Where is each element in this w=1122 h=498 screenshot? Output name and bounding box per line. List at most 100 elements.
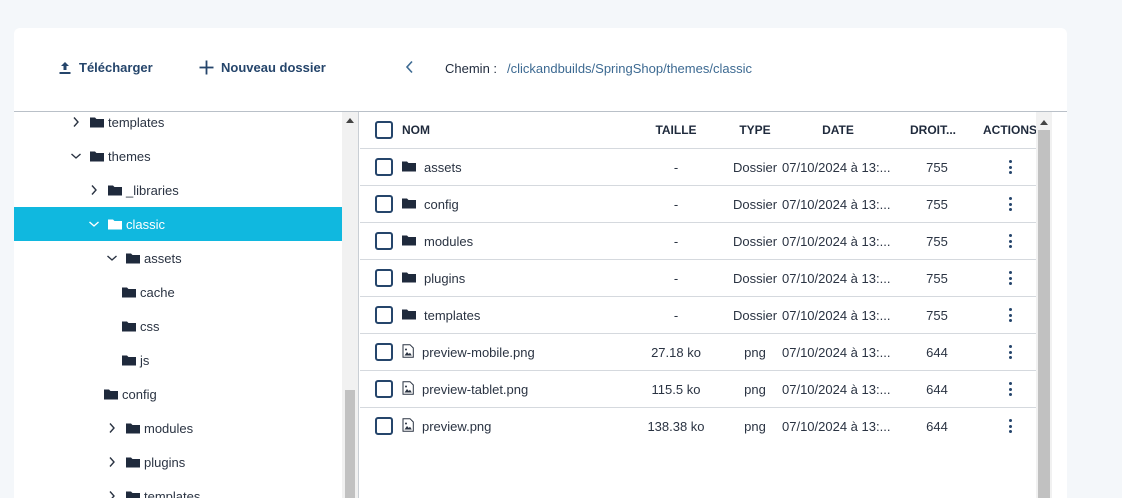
- row-checkbox[interactable]: [375, 269, 393, 287]
- chevron-right-icon[interactable]: [70, 116, 82, 128]
- file-date: 07/10/2024 à 13:...: [782, 344, 891, 360]
- column-header-name[interactable]: NOM: [402, 112, 622, 148]
- column-header-date[interactable]: DATE: [790, 112, 886, 148]
- row-actions-cell: [980, 149, 1040, 185]
- scroll-up-arrow-icon[interactable]: [346, 118, 354, 123]
- file-name[interactable]: preview.png: [422, 419, 491, 434]
- row-name-cell: modules: [402, 223, 622, 259]
- row-checkbox[interactable]: [375, 343, 393, 361]
- row-actions-cell: [980, 371, 1040, 407]
- tree-item-config[interactable]: config: [14, 377, 343, 411]
- row-checkbox[interactable]: [375, 380, 393, 398]
- tree-item-cache[interactable]: cache: [14, 275, 343, 309]
- file-name[interactable]: templates: [424, 308, 480, 323]
- kebab-menu-icon[interactable]: [1005, 415, 1016, 437]
- row-checkbox[interactable]: [375, 306, 393, 324]
- chevron-down-icon[interactable]: [88, 218, 100, 230]
- chevron-right-icon[interactable]: [88, 184, 100, 196]
- tree-item-label: classic: [126, 216, 166, 232]
- tree-item-label: cache: [140, 284, 175, 300]
- row-checkbox[interactable]: [375, 417, 393, 435]
- tree-item-modules[interactable]: modules: [14, 411, 343, 445]
- row-name-cell: config: [402, 186, 622, 222]
- folder-icon: [126, 490, 140, 498]
- table-row[interactable]: preview.png 138.38 ko png 07/10/2024 à 1…: [360, 408, 1050, 445]
- row-checkbox[interactable]: [375, 195, 393, 213]
- file-name[interactable]: assets: [424, 160, 462, 175]
- file-date-cell: 07/10/2024 à 13:...: [782, 260, 894, 296]
- kebab-menu-icon[interactable]: [1005, 267, 1016, 289]
- scroll-up-arrow-icon[interactable]: [1040, 120, 1048, 125]
- tree-item-js[interactable]: js: [14, 343, 343, 377]
- row-checkbox[interactable]: [375, 232, 393, 250]
- tree-item-classic[interactable]: classic: [14, 207, 343, 241]
- kebab-menu-icon[interactable]: [1005, 230, 1016, 252]
- chevron-down-icon[interactable]: [106, 252, 118, 264]
- folder-icon: [90, 150, 104, 162]
- file-name[interactable]: modules: [424, 234, 473, 249]
- table-row[interactable]: templates - Dossier 07/10/2024 à 13:... …: [360, 297, 1050, 334]
- file-date: 07/10/2024 à 13:...: [782, 418, 891, 434]
- table-row[interactable]: plugins - Dossier 07/10/2024 à 13:... 75…: [360, 260, 1050, 297]
- tree-item-themes[interactable]: themes: [14, 139, 343, 173]
- chevron-right-icon[interactable]: [106, 422, 118, 434]
- image-file-icon: [402, 417, 414, 435]
- upload-button-label: Télécharger: [79, 60, 153, 75]
- table-row[interactable]: preview-mobile.png 27.18 ko png 07/10/20…: [360, 334, 1050, 371]
- tree-item-libraries[interactable]: _libraries: [14, 173, 343, 207]
- back-button[interactable]: [402, 60, 416, 78]
- kebab-menu-icon[interactable]: [1005, 341, 1016, 363]
- table-header-row: NOM TAILLE TYPE DATE DROIT... ACTIONS: [360, 112, 1050, 149]
- file-date: 07/10/2024 à 13:...: [782, 233, 891, 249]
- new-folder-button[interactable]: Nouveau dossier: [199, 60, 326, 75]
- tree-item-css[interactable]: css: [14, 309, 343, 343]
- upload-icon: [58, 61, 72, 75]
- row-actions-cell: [980, 334, 1040, 370]
- tree-item-assets[interactable]: assets: [14, 241, 343, 275]
- file-list: NOM TAILLE TYPE DATE DROIT... ACTIONS as…: [360, 112, 1067, 498]
- tree-scrollbar[interactable]: [342, 112, 358, 498]
- folder-icon: [122, 354, 136, 366]
- column-header-type[interactable]: TYPE: [710, 112, 800, 148]
- table-row[interactable]: modules - Dossier 07/10/2024 à 13:... 75…: [360, 223, 1050, 260]
- chevron-down-icon[interactable]: [70, 150, 82, 162]
- chevron-left-icon: [405, 60, 414, 79]
- file-date: 07/10/2024 à 13:...: [782, 270, 891, 286]
- kebab-menu-icon[interactable]: [1005, 378, 1016, 400]
- path-breadcrumb[interactable]: /clickandbuilds/SpringShop/themes/classi…: [507, 61, 752, 76]
- file-date-cell: 07/10/2024 à 13:...: [782, 186, 894, 222]
- tree-item-plugins[interactable]: plugins: [14, 445, 343, 479]
- table-row[interactable]: assets - Dossier 07/10/2024 à 13:... 755: [360, 149, 1050, 186]
- file-name[interactable]: preview-tablet.png: [422, 382, 528, 397]
- file-name[interactable]: preview-mobile.png: [422, 345, 535, 360]
- tree-item-templates[interactable]: templates: [14, 112, 343, 139]
- file-permissions: 755: [926, 270, 948, 286]
- file-name[interactable]: plugins: [424, 271, 465, 286]
- row-actions-cell: [980, 297, 1040, 333]
- table-row[interactable]: config - Dossier 07/10/2024 à 13:... 755: [360, 186, 1050, 223]
- folder-icon: [104, 388, 118, 400]
- file-date-cell: 07/10/2024 à 13:...: [782, 371, 894, 407]
- row-name-cell: preview.png: [402, 408, 622, 444]
- select-all-checkbox[interactable]: [375, 121, 393, 139]
- toolbar: Télécharger Nouveau dossier Chemin : /cl…: [14, 28, 1067, 112]
- new-folder-button-label: Nouveau dossier: [221, 60, 326, 75]
- row-name-cell: templates: [402, 297, 622, 333]
- file-name[interactable]: config: [424, 197, 459, 212]
- column-header-permissions[interactable]: DROIT...: [902, 112, 964, 148]
- kebab-menu-icon[interactable]: [1005, 156, 1016, 178]
- upload-button[interactable]: Télécharger: [58, 60, 153, 75]
- row-checkbox[interactable]: [375, 158, 393, 176]
- kebab-menu-icon[interactable]: [1005, 193, 1016, 215]
- table-row[interactable]: preview-tablet.png 115.5 ko png 07/10/20…: [360, 371, 1050, 408]
- file-date-cell: 07/10/2024 à 13:...: [782, 408, 894, 444]
- tree-scrollbar-thumb[interactable]: [345, 390, 355, 498]
- file-date: 07/10/2024 à 13:...: [782, 196, 891, 212]
- chevron-right-icon[interactable]: [106, 490, 118, 498]
- chevron-right-icon[interactable]: [106, 456, 118, 468]
- file-list-scrollbar-thumb[interactable]: [1038, 130, 1050, 498]
- file-list-scrollbar[interactable]: [1036, 112, 1052, 498]
- tree-item-templates-sub[interactable]: templates: [14, 479, 343, 498]
- path-label: Chemin :: [445, 61, 498, 76]
- kebab-menu-icon[interactable]: [1005, 304, 1016, 326]
